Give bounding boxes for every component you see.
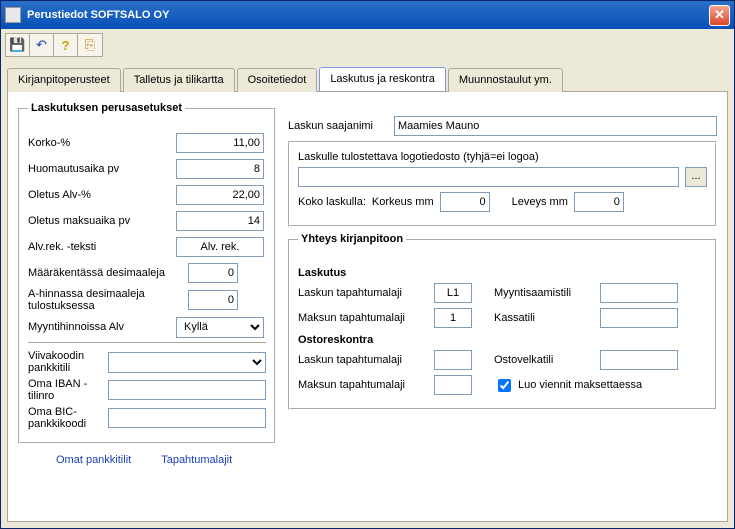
ahinta-input[interactable] — [188, 290, 238, 310]
alvrek-input[interactable] — [176, 237, 264, 257]
tab-osoitetiedot[interactable]: Osoitetiedot — [237, 68, 318, 92]
maksun-laji-input[interactable] — [434, 308, 472, 328]
help-button[interactable]: ? — [54, 34, 78, 56]
viivakoodi-select[interactable] — [108, 352, 266, 373]
leveys-input[interactable] — [574, 192, 624, 212]
laskun-laji-input[interactable] — [434, 283, 472, 303]
bic-label: Oma BIC-pankkikoodi — [28, 406, 108, 430]
osto-laskun-laji-label: Laskun tapahtumalaji — [298, 354, 428, 366]
korko-input[interactable] — [176, 133, 264, 153]
korkeus-label: Korkeus mm — [372, 196, 434, 208]
logo-label: Laskulle tulostettava logotiedosto (tyhj… — [298, 151, 707, 163]
maara-input[interactable] — [188, 263, 238, 283]
ostoreskontra-title: Ostoreskontra — [298, 334, 707, 346]
undo-button[interactable]: ↶ — [30, 34, 54, 56]
omat-pankkitilit-link[interactable]: Omat pankkitilit — [56, 454, 131, 466]
myyntialv-label: Myyntihinnoissa Alv — [28, 321, 176, 333]
osto-maksun-laji-label: Maksun tapahtumalaji — [298, 379, 428, 391]
ostovelkatili-input[interactable] — [600, 350, 678, 370]
tab-kirjanpitoperusteet[interactable]: Kirjanpitoperusteet — [7, 68, 121, 92]
ahinta-label: A-hinnassa desimaaleja tulostuksessa — [28, 288, 188, 312]
oletusalv-label: Oletus Alv-% — [28, 189, 176, 201]
toolbar-group: 💾 ↶ ? ⎘ — [5, 33, 103, 57]
osto-maksun-laji-input[interactable] — [434, 375, 472, 395]
perusasetukset-legend: Laskutuksen perusasetukset — [28, 102, 185, 114]
luoviennit-text: Luo viennit maksettaessa — [518, 379, 642, 391]
tab-laskutus-reskontra[interactable]: Laskutus ja reskontra — [319, 67, 446, 91]
huomautusaika-label: Huomautusaika pv — [28, 163, 176, 175]
perusasetukset-group: Laskutuksen perusasetukset Korko-% Huoma… — [18, 108, 276, 444]
maksuaika-label: Oletus maksuaika pv — [28, 215, 176, 227]
close-button[interactable]: ✕ — [709, 5, 730, 26]
myyntisaamistili-input[interactable] — [600, 283, 678, 303]
bic-input[interactable] — [108, 408, 266, 428]
iban-label: Oma IBAN -tilinro — [28, 378, 108, 402]
tab-panel: Laskutuksen perusasetukset Korko-% Huoma… — [7, 91, 728, 522]
myyntisaamistili-label: Myyntisaamistili — [494, 287, 594, 299]
luoviennit-checkbox[interactable] — [498, 379, 511, 392]
alvrek-label: Alv.rek. -teksti — [28, 241, 176, 253]
myyntialv-select[interactable]: Kyllä — [176, 317, 264, 338]
kassatili-label: Kassatili — [494, 312, 594, 324]
huomautusaika-input[interactable] — [176, 159, 264, 179]
iban-input[interactable] — [108, 380, 266, 400]
window-title: Perustiedot SOFTSALO OY — [27, 9, 169, 21]
tapahtumalajit-link[interactable]: Tapahtumalajit — [161, 454, 232, 466]
saajanimi-input[interactable] — [394, 116, 717, 136]
titlebar: Perustiedot SOFTSALO OY ✕ — [1, 1, 734, 29]
tab-talletus-tilikartta[interactable]: Talletus ja tilikartta — [123, 68, 235, 92]
viivakoodi-label: Viivakoodin pankkitili — [28, 350, 108, 374]
maksuaika-input[interactable] — [176, 211, 264, 231]
app-icon — [5, 7, 21, 23]
maara-label: Määräkentässä desimaaleja — [28, 267, 188, 279]
leveys-label: Leveys mm — [512, 196, 568, 208]
exit-button[interactable]: ⎘ — [78, 34, 102, 56]
links-row: Omat pankkitilit Tapahtumalajit — [18, 454, 717, 466]
tabs: Kirjanpitoperusteet Talletus ja tilikart… — [1, 67, 734, 91]
osto-laskun-laji-input[interactable] — [434, 350, 472, 370]
korko-label: Korko-% — [28, 137, 176, 149]
logo-input[interactable] — [298, 167, 679, 187]
right-column: Laskun saajanimi Laskulle tulostettava l… — [288, 102, 717, 444]
yhteys-legend: Yhteys kirjanpitoon — [298, 233, 406, 245]
divider — [28, 342, 266, 344]
oletusalv-input[interactable] — [176, 185, 264, 205]
undo-icon: ↶ — [36, 37, 47, 53]
luoviennit-checkbox-label[interactable]: Luo viennit maksettaessa — [494, 376, 642, 395]
kassatili-input[interactable] — [600, 308, 678, 328]
exit-icon: ⎘ — [85, 37, 95, 53]
floppy-icon: 💾 — [9, 37, 25, 53]
app-window: Perustiedot SOFTSALO OY ✕ 💾 ↶ ? ⎘ Kirjan… — [0, 0, 735, 529]
logo-browse-button[interactable]: ... — [685, 167, 707, 187]
saajanimi-label: Laskun saajanimi — [288, 120, 388, 132]
ostovelkatili-label: Ostovelkatili — [494, 354, 594, 366]
maksun-laji-label: Maksun tapahtumalaji — [298, 312, 428, 324]
save-button[interactable]: 💾 — [6, 34, 30, 56]
help-icon: ? — [62, 38, 70, 53]
tab-muunnostaulut[interactable]: Muunnostaulut ym. — [448, 68, 563, 92]
koko-label: Koko laskulla: — [298, 196, 366, 208]
logo-box: Laskulle tulostettava logotiedosto (tyhj… — [288, 141, 717, 227]
yhteys-group: Yhteys kirjanpitoon Laskutus Laskun tapa… — [288, 239, 717, 410]
laskutus-title: Laskutus — [298, 267, 707, 279]
korkeus-input[interactable] — [440, 192, 490, 212]
laskun-laji-label: Laskun tapahtumalaji — [298, 287, 428, 299]
toolbar: 💾 ↶ ? ⎘ — [1, 29, 734, 61]
